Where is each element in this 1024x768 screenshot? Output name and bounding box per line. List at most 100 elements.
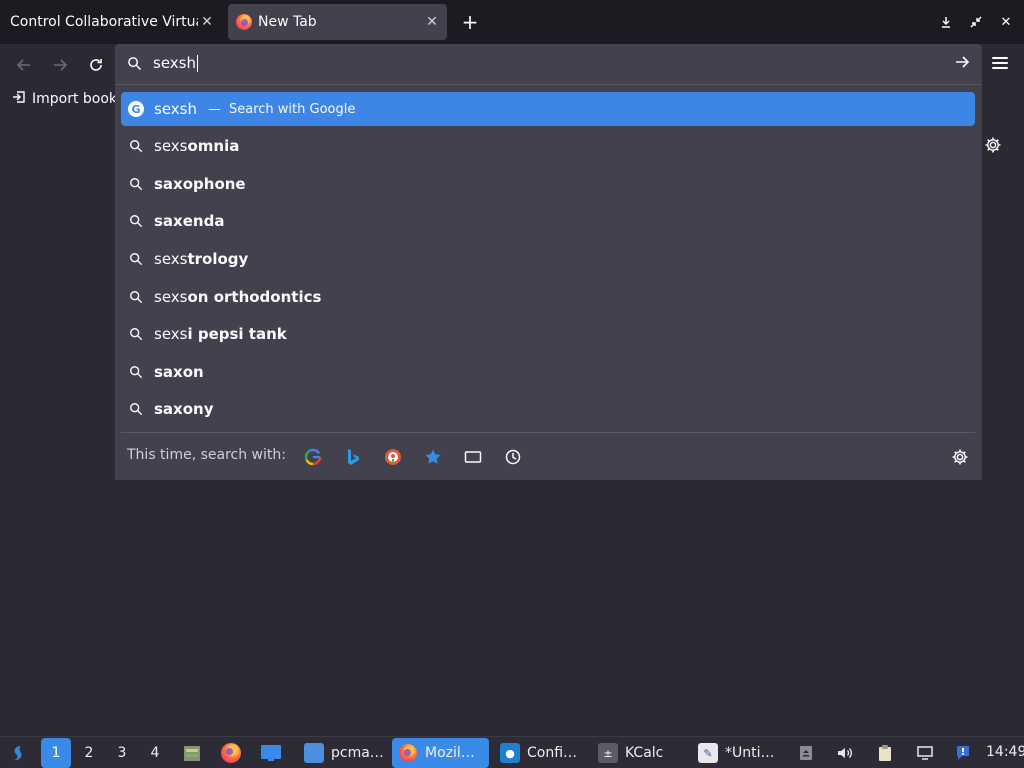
page-settings-gear-icon[interactable] bbox=[984, 136, 1002, 154]
suggestion-prefix: sexs bbox=[154, 137, 188, 155]
hamburger-menu-icon[interactable] bbox=[990, 54, 1010, 74]
notification-icon[interactable] bbox=[953, 743, 973, 763]
tab-title: Control Collaborative Virtual bbox=[10, 14, 198, 30]
workspace-1[interactable]: 1 bbox=[41, 738, 71, 768]
one-off-search-label: This time, search with: bbox=[127, 447, 286, 463]
suggestion-completion: on orthodontics bbox=[187, 288, 322, 306]
suggestion-search-with-google[interactable]: G sexsh — Search with Google bbox=[121, 92, 975, 126]
task-label: *Unti… bbox=[725, 745, 775, 761]
suggestion-text: sexsh bbox=[154, 100, 197, 118]
go-arrow-icon[interactable] bbox=[954, 54, 970, 75]
search-icon bbox=[128, 176, 144, 192]
search-settings-gear-icon[interactable] bbox=[951, 448, 969, 466]
new-tab-button[interactable]: + bbox=[459, 10, 481, 34]
import-icon bbox=[12, 90, 26, 108]
suggestion-item[interactable]: saxenda bbox=[121, 204, 975, 238]
address-input-value: sexsh bbox=[153, 54, 196, 72]
clock: 14:49 bbox=[986, 744, 1024, 760]
task-label: Mozil… bbox=[425, 745, 475, 761]
close-tab-icon[interactable]: ✕ bbox=[423, 13, 441, 31]
forward-icon[interactable] bbox=[48, 54, 72, 76]
suggestion-prefix: sexs bbox=[154, 325, 188, 343]
restore-icon[interactable] bbox=[966, 12, 986, 32]
settings-icon: ● bbox=[500, 743, 520, 763]
autocomplete-popup: G sexsh — Search with Google sexs omnia s… bbox=[115, 84, 982, 480]
search-icon bbox=[128, 326, 144, 342]
suggestion-completion: saxon bbox=[154, 363, 204, 381]
search-icon bbox=[128, 364, 144, 380]
text-caret bbox=[196, 54, 198, 72]
tab-strip: Control Collaborative Virtual ✕ New Tab … bbox=[0, 0, 1024, 44]
workspace-2[interactable]: 2 bbox=[74, 738, 104, 768]
popup-divider bbox=[121, 432, 975, 433]
suggestion-completion: saxony bbox=[154, 400, 214, 418]
reload-icon[interactable] bbox=[84, 54, 108, 76]
suggestion-prefix: sexs bbox=[154, 288, 188, 306]
google-icon: G bbox=[128, 101, 144, 117]
file-manager-launcher-icon[interactable] bbox=[181, 738, 203, 768]
bing-icon[interactable] bbox=[343, 447, 363, 467]
folder-icon bbox=[304, 743, 324, 763]
import-bookmarks-button[interactable]: Import book bbox=[12, 90, 117, 108]
taskbar: 1 2 3 4 pcma… Mozil… ● Confi… ± KCalc ✎ … bbox=[0, 736, 1024, 768]
suggestion-completion: omnia bbox=[187, 137, 240, 155]
minimize-icon[interactable] bbox=[936, 12, 956, 32]
suggestion-item[interactable]: saxony bbox=[121, 392, 975, 426]
search-icon bbox=[128, 213, 144, 229]
task-text-editor[interactable]: ✎ *Unti… bbox=[692, 738, 784, 768]
firefox-icon bbox=[221, 743, 241, 763]
suggestion-item[interactable]: sexs on orthodontics bbox=[121, 280, 975, 314]
search-icon bbox=[128, 251, 144, 267]
task-configuration[interactable]: ● Confi… bbox=[494, 738, 586, 768]
suggestion-completion: saxophone bbox=[154, 175, 246, 193]
task-label: pcma… bbox=[331, 745, 384, 761]
firefox-icon bbox=[398, 743, 418, 763]
duckduckgo-icon[interactable] bbox=[383, 447, 403, 467]
suggestion-completion: saxenda bbox=[154, 212, 225, 230]
search-icon bbox=[128, 289, 144, 305]
suggestion-separator: — bbox=[207, 101, 221, 117]
workspace-4[interactable]: 4 bbox=[140, 738, 170, 768]
bookmarks-icon[interactable] bbox=[423, 447, 443, 467]
suggestion-completion: i pepsi tank bbox=[187, 325, 287, 343]
clipboard-icon[interactable] bbox=[875, 743, 895, 763]
firefox-icon bbox=[236, 14, 252, 30]
desktop-launcher-icon[interactable] bbox=[260, 738, 282, 768]
tab-control-collaborative[interactable]: Control Collaborative Virtual ✕ bbox=[0, 0, 222, 44]
suggestion-item[interactable]: sexs omnia bbox=[121, 129, 975, 163]
volume-icon[interactable] bbox=[835, 743, 855, 763]
workspace-3[interactable]: 3 bbox=[107, 738, 137, 768]
suggestion-item[interactable]: saxophone bbox=[121, 167, 975, 201]
suggestion-completion: trology bbox=[187, 250, 249, 268]
firefox-launcher-icon[interactable] bbox=[220, 738, 242, 768]
app-launcher-icon[interactable] bbox=[8, 738, 28, 768]
history-icon[interactable] bbox=[503, 447, 523, 467]
back-icon[interactable] bbox=[12, 54, 36, 76]
search-icon bbox=[127, 56, 142, 75]
eject-icon[interactable] bbox=[796, 743, 816, 763]
task-label: Confi… bbox=[527, 745, 578, 761]
task-mozilla-firefox[interactable]: Mozil… bbox=[392, 738, 489, 768]
task-pcmanfm[interactable]: pcma… bbox=[298, 738, 388, 768]
suggestion-prefix: sexs bbox=[154, 250, 188, 268]
address-bar[interactable]: sexsh bbox=[115, 44, 982, 84]
google-icon[interactable] bbox=[303, 447, 323, 467]
close-window-icon[interactable]: ✕ bbox=[996, 12, 1016, 32]
tabs-icon[interactable] bbox=[463, 447, 483, 467]
display-icon[interactable] bbox=[915, 743, 935, 763]
text-editor-icon: ✎ bbox=[698, 743, 718, 763]
search-icon bbox=[128, 138, 144, 154]
suggestion-item[interactable]: saxon bbox=[121, 355, 975, 389]
suggestion-item[interactable]: sexs i pepsi tank bbox=[121, 317, 975, 351]
suggestion-item[interactable]: sexs trology bbox=[121, 242, 975, 276]
search-icon bbox=[128, 401, 144, 417]
tab-new-tab[interactable]: New Tab ✕ bbox=[228, 4, 447, 40]
tab-title: New Tab bbox=[258, 14, 317, 30]
address-input[interactable]: sexsh bbox=[153, 54, 198, 72]
import-bookmarks-label: Import book bbox=[32, 91, 118, 107]
task-label: KCalc bbox=[625, 745, 664, 761]
calculator-icon: ± bbox=[598, 743, 618, 763]
suggestion-action: Search with Google bbox=[228, 101, 356, 117]
close-tab-icon[interactable]: ✕ bbox=[198, 13, 216, 31]
task-kcalc[interactable]: ± KCalc bbox=[592, 738, 682, 768]
